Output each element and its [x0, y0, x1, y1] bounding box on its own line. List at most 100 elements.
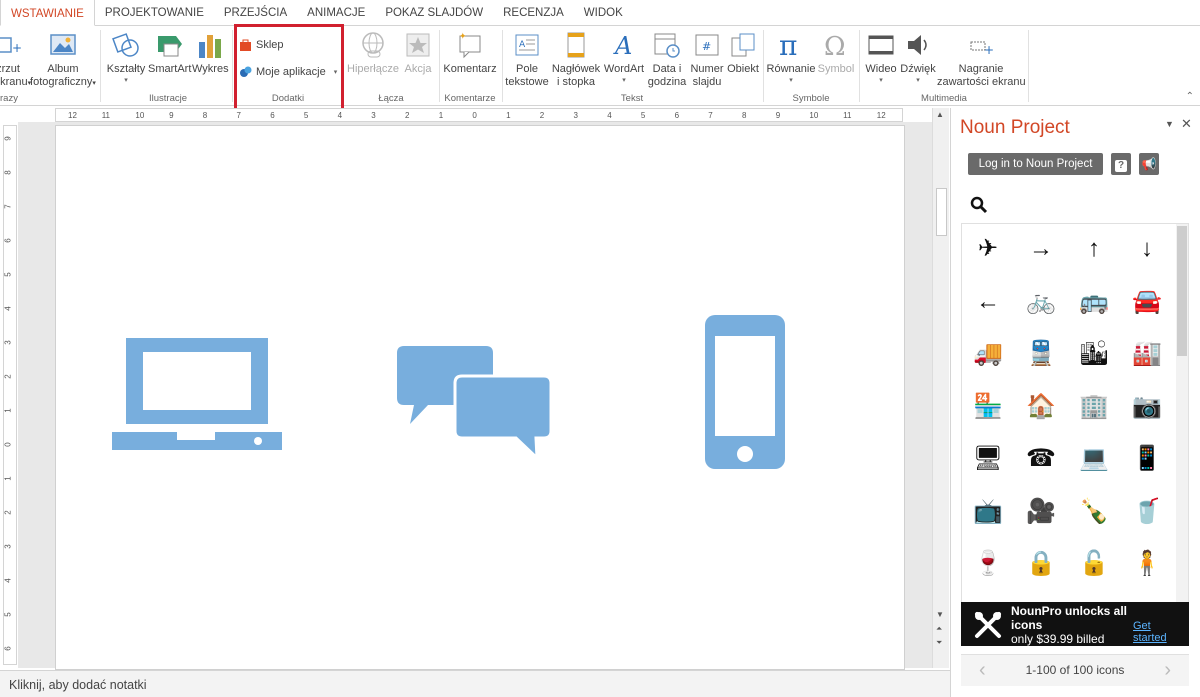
video-button[interactable]: Wideo ▾	[862, 30, 900, 86]
screenshot-icon: +	[0, 37, 21, 55]
svg-text:#: #	[702, 40, 711, 53]
telephone-icon[interactable]: ☎	[1021, 439, 1061, 479]
comment-button[interactable]: ✦ Komentarz	[442, 30, 498, 76]
help-button[interactable]: ?	[1111, 153, 1131, 175]
arrow-left-icon[interactable]: ←	[968, 282, 1008, 322]
promo-line2: icons	[1011, 618, 1043, 632]
wine-glass-icon[interactable]: 🍷	[968, 544, 1008, 584]
lock-icon[interactable]: 🔒	[1021, 544, 1061, 584]
train-icon[interactable]: 🚆	[1021, 334, 1061, 374]
next-slide-icon[interactable]: ⏷	[936, 638, 942, 648]
cup-icon[interactable]: 🥤	[1127, 492, 1167, 532]
group-separator	[859, 30, 860, 102]
text-box-button[interactable]: A Pole tekstowe	[504, 30, 550, 89]
album-button[interactable]: Album fotograficzny▾	[27, 30, 99, 90]
results-scrollbar[interactable]	[1176, 224, 1188, 602]
slide-number-button[interactable]: # Numer slajdu	[688, 30, 726, 89]
scrollbar-thumb[interactable]	[936, 188, 947, 236]
factory-icon[interactable]: 🏭	[1127, 334, 1167, 374]
date-time-button[interactable]: Data i godzina	[645, 30, 689, 89]
chart-button[interactable]: Wykres	[192, 30, 229, 76]
slide-canvas[interactable]	[55, 125, 905, 670]
smartart-button[interactable]: SmartArt	[148, 30, 191, 76]
horizontal-ruler: 12 11 10 9 8 7 6 5 4 3 2 1 0 1 2 3 4 5 6 7 8 9 10 11 12	[55, 108, 903, 122]
person-icon[interactable]: 🧍	[1127, 544, 1167, 584]
wordart-button[interactable]: A WordArt ▾	[603, 30, 645, 86]
unlock-icon[interactable]: 🔓	[1074, 544, 1114, 584]
audio-button[interactable]: Dźwięk ▾	[900, 30, 936, 86]
search-input[interactable]	[989, 194, 1184, 216]
building-icon[interactable]: 🏢	[1074, 387, 1114, 427]
results-scrollbar-thumb[interactable]	[1177, 226, 1187, 356]
object-button[interactable]: Obiekt	[726, 30, 760, 76]
laptop-icon[interactable]	[111, 336, 283, 454]
ruler-tick-label: 8	[3, 170, 13, 175]
nounpro-promo: NounPro unlocks all icons only $39.99 bi…	[961, 602, 1189, 646]
scroll-down-icon[interactable]: ▼	[936, 610, 944, 619]
slide-scrollbar[interactable]: ▲ ▼ ⏶ ⏷	[932, 108, 949, 668]
previous-slide-icon[interactable]: ⏶	[936, 624, 942, 634]
tab-przejscia[interactable]: PRZEJŚCIA	[214, 0, 297, 25]
group-separator	[100, 30, 101, 102]
city-icon[interactable]: 🏙	[1074, 334, 1114, 374]
group-label-tekst: Tekst	[620, 93, 644, 104]
notes-pane[interactable]: Kliknij, aby dodać notatki	[0, 670, 950, 697]
globe-link-icon	[362, 32, 384, 58]
video-camera-icon[interactable]: 🎥	[1021, 492, 1061, 532]
tab-widok[interactable]: WIDOK	[574, 0, 633, 25]
arrow-right-icon[interactable]: →	[1021, 229, 1061, 269]
svg-text:A: A	[613, 32, 632, 60]
hyperlink-button[interactable]: Hiperłącze	[346, 30, 400, 76]
shapes-button[interactable]: Kształty ▾	[104, 30, 148, 86]
airplane-icon[interactable]: ✈	[968, 229, 1008, 269]
calendar-clock-icon	[654, 33, 680, 58]
smartphone-icon[interactable]	[704, 314, 786, 470]
camera-icon[interactable]: 📷	[1127, 387, 1167, 427]
laptop-icon[interactable]: 💻	[1074, 439, 1114, 479]
pane-options-icon[interactable]: ▼	[1165, 119, 1174, 129]
mobile-phone-icon[interactable]: 📱	[1127, 439, 1167, 479]
bus-icon[interactable]: 🚌	[1074, 282, 1114, 322]
screenshot-button[interactable]: + zrzut ekranu▾	[0, 30, 31, 90]
tab-pokaz-slajdow[interactable]: POKAZ SLAJDÓW	[375, 0, 493, 25]
house-icon[interactable]: 🏠	[1021, 387, 1061, 427]
tab-recenzja[interactable]: RECENZJA	[493, 0, 574, 25]
ruler-tick-label: 9	[3, 136, 13, 141]
tab-animacje[interactable]: ANIMACJE	[297, 0, 375, 25]
login-button[interactable]: Log in to Noun Project	[968, 153, 1103, 175]
arrow-down-icon[interactable]: ↓	[1127, 229, 1167, 269]
truck-icon[interactable]: 🚚	[968, 334, 1008, 374]
ruler-tick-label: 2	[405, 111, 410, 120]
monitor-icon[interactable]: 🖥	[968, 439, 1008, 479]
prev-page-icon[interactable]: ‹	[979, 655, 986, 685]
collapse-ribbon-icon[interactable]: ⌃	[1186, 91, 1194, 102]
svg-text:Ω: Ω	[824, 32, 846, 60]
screen-recording-button[interactable]: + Nagranie zawartości ekranu	[937, 30, 1026, 89]
announce-button[interactable]: 📢	[1139, 153, 1159, 175]
tab-wstawianie[interactable]: WSTAWIANIE	[0, 0, 95, 26]
next-page-icon[interactable]: ›	[1164, 655, 1171, 685]
ribbon: + zrzut ekranu▾ razy Album fotograficzny…	[0, 26, 1200, 106]
wordart-icon: A	[613, 32, 632, 60]
arrow-up-icon[interactable]: ↑	[1074, 229, 1114, 269]
store-icon[interactable]: 🏪	[968, 387, 1008, 427]
ruler-tick-label: 5	[640, 111, 646, 120]
car-icon[interactable]: 🚘	[1127, 282, 1167, 322]
bicycle-icon[interactable]: 🚲	[1021, 282, 1061, 322]
symbol-button[interactable]: Ω Symbol	[816, 30, 856, 76]
header-footer-button[interactable]: Nagłówek i stopka	[550, 30, 602, 89]
noun-project-pane: Noun Project ▼ ✕ Log in to Noun Project …	[950, 108, 1200, 697]
tab-projektowanie[interactable]: PROJEKTOWANIE	[95, 0, 214, 25]
group-separator	[1028, 30, 1029, 102]
group-separator	[232, 30, 233, 102]
close-icon[interactable]: ✕	[1181, 116, 1192, 132]
chat-bubbles-icon[interactable]	[396, 344, 552, 460]
slide-number-icon: #	[695, 34, 719, 56]
get-started-link[interactable]: Get started	[1133, 620, 1175, 644]
television-icon[interactable]: 📺	[968, 492, 1008, 532]
comment-icon: ✦	[459, 32, 481, 59]
scroll-up-icon[interactable]: ▲	[936, 110, 944, 119]
equation-button[interactable]: π Równanie ▾	[766, 30, 816, 86]
bottle-icon[interactable]: 🍾	[1074, 492, 1114, 532]
action-button[interactable]: Akcja	[402, 30, 434, 76]
